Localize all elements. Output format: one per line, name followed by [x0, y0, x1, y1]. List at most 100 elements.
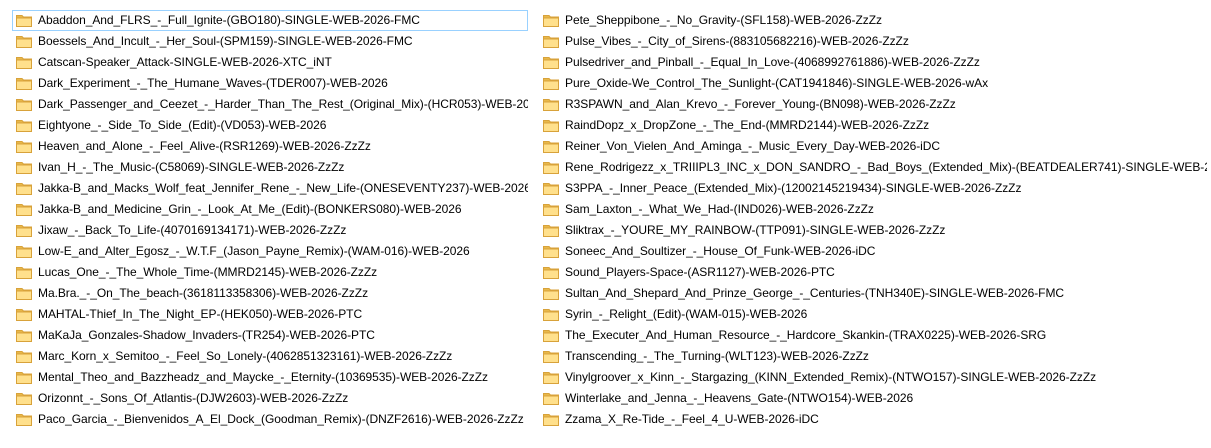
- folder-item[interactable]: Sliktrax_-_YOURE_MY_RAINBOW-(TTP091)-SIN…: [539, 220, 1207, 241]
- folder-item[interactable]: Abaddon_And_FLRS_-_Full_Ignite-(GBO180)-…: [12, 10, 528, 31]
- folder-item[interactable]: Jakka-B_and_Medicine_Grin_-_Look_At_Me_(…: [12, 199, 528, 220]
- folder-item[interactable]: Syrin_-_Relight_(Edit)-(WAM-015)-WEB-202…: [539, 304, 1207, 325]
- folder-name: Mental_Theo_and_Bazzheadz_and_Maycke_-_E…: [38, 370, 488, 384]
- folder-icon: [543, 14, 559, 28]
- folder-icon: [16, 350, 32, 364]
- folder-item[interactable]: Mental_Theo_and_Bazzheadz_and_Maycke_-_E…: [12, 367, 528, 388]
- folder-item[interactable]: Ma.Bra._-_On_The_beach-(3618113358306)-W…: [12, 283, 528, 304]
- folder-icon: [16, 371, 32, 385]
- folder-item[interactable]: Winterlake_and_Jenna_-_Heavens_Gate-(NTW…: [539, 388, 1207, 409]
- folder-icon: [543, 392, 559, 406]
- folder-item[interactable]: Soneec_And_Soultizer_-_House_Of_Funk-WEB…: [539, 241, 1207, 262]
- folder-icon: [16, 119, 32, 133]
- folder-name: Reiner_Von_Vielen_And_Aminga_-_Music_Eve…: [565, 139, 941, 153]
- folder-list-view: Abaddon_And_FLRS_-_Full_Ignite-(GBO180)-…: [0, 0, 1211, 448]
- folder-name: Syrin_-_Relight_(Edit)-(WAM-015)-WEB-202…: [565, 307, 808, 321]
- folder-column-2: Pete_Sheppibone_-_No_Gravity-(SFL158)-WE…: [539, 10, 1207, 430]
- folder-item[interactable]: RaindDopz_x_DropZone_-_The_End-(MMRD2144…: [539, 115, 1207, 136]
- folder-icon: [16, 140, 32, 154]
- folder-item[interactable]: Orizonnt_-_Sons_Of_Atlantis-(DJW2603)-WE…: [12, 388, 528, 409]
- folder-icon: [16, 14, 32, 28]
- folder-name: Sound_Players-Space-(ASR1127)-WEB-2026-P…: [565, 265, 835, 279]
- folder-icon: [16, 203, 32, 217]
- folder-icon: [16, 77, 32, 91]
- folder-icon: [543, 119, 559, 133]
- folder-name: RaindDopz_x_DropZone_-_The_End-(MMRD2144…: [565, 118, 930, 132]
- folder-name: Jixaw_-_Back_To_Life-(4070169134171)-WEB…: [38, 223, 347, 237]
- folder-icon: [16, 224, 32, 238]
- folder-icon: [543, 371, 559, 385]
- folder-item[interactable]: Sam_Laxton_-_What_We_Had-(IND026)-WEB-20…: [539, 199, 1207, 220]
- folder-item[interactable]: Heaven_and_Alone_-_Feel_Alive-(RSR1269)-…: [12, 136, 528, 157]
- folder-name: Sultan_And_Shepard_And_Prinze_George_-_C…: [565, 286, 1065, 300]
- folder-item[interactable]: S3PPA_-_Inner_Peace_(Extended_Mix)-(1200…: [539, 178, 1207, 199]
- folder-name: Pure_Oxide-We_Control_The_Sunlight-(CAT1…: [565, 76, 989, 90]
- folder-item[interactable]: Low-E_and_Alter_Egosz_-_W.T.F_(Jason_Pay…: [12, 241, 528, 262]
- folder-name: R3SPAWN_and_Alan_Krevo_-_Forever_Young-(…: [565, 97, 956, 111]
- folder-icon: [16, 287, 32, 301]
- folder-name: Low-E_and_Alter_Egosz_-_W.T.F_(Jason_Pay…: [38, 244, 470, 258]
- folder-name: Marc_Korn_x_Semitoo_-_Feel_So_Lonely-(40…: [38, 349, 453, 363]
- folder-name: Pete_Sheppibone_-_No_Gravity-(SFL158)-WE…: [565, 13, 882, 27]
- folder-item[interactable]: Paco_Garcia_-_Bienvenidos_A_El_Dock_(Goo…: [12, 409, 528, 430]
- folder-item[interactable]: R3SPAWN_and_Alan_Krevo_-_Forever_Young-(…: [539, 94, 1207, 115]
- folder-item[interactable]: Zzama_X_Re-Tide_-_Feel_4_U-WEB-2026-iDC: [539, 409, 1207, 430]
- folder-item[interactable]: The_Executer_And_Human_Resource_-_Hardco…: [539, 325, 1207, 346]
- folder-name: Sliktrax_-_YOURE_MY_RAINBOW-(TTP091)-SIN…: [565, 223, 946, 237]
- folder-name: Boessels_And_Incult_-_Her_Soul-(SPM159)-…: [38, 34, 413, 48]
- folder-item[interactable]: Jakka-B_and_Macks_Wolf_feat_Jennifer_Ren…: [12, 178, 528, 199]
- folder-name: Ivan_H_-_The_Music-(C58069)-SINGLE-WEB-2…: [38, 160, 345, 174]
- folder-item[interactable]: Sultan_And_Shepard_And_Prinze_George_-_C…: [539, 283, 1207, 304]
- folder-icon: [543, 98, 559, 112]
- folder-item[interactable]: Pure_Oxide-We_Control_The_Sunlight-(CAT1…: [539, 73, 1207, 94]
- folder-icon: [16, 308, 32, 322]
- folder-name: MAHTAL-Thief_In_The_Night_EP-(HEK050)-WE…: [38, 307, 363, 321]
- folder-item[interactable]: Rene_Rodrigezz_x_TRIIIPL3_INC_x_DON_SAND…: [539, 157, 1207, 178]
- folder-icon: [543, 287, 559, 301]
- folder-icon: [16, 182, 32, 196]
- folder-name: The_Executer_And_Human_Resource_-_Hardco…: [565, 328, 1047, 342]
- folder-name: Dark_Experiment_-_The_Humane_Waves-(TDER…: [38, 76, 388, 90]
- folder-item[interactable]: Pete_Sheppibone_-_No_Gravity-(SFL158)-WE…: [539, 10, 1207, 31]
- folder-item[interactable]: Pulse_Vibes_-_City_of_Sirens-(8831056822…: [539, 31, 1207, 52]
- folder-icon: [16, 98, 32, 112]
- folder-item[interactable]: MAHTAL-Thief_In_The_Night_EP-(HEK050)-WE…: [12, 304, 528, 325]
- folder-column-1: Abaddon_And_FLRS_-_Full_Ignite-(GBO180)-…: [12, 10, 528, 430]
- folder-name: Soneec_And_Soultizer_-_House_Of_Funk-WEB…: [565, 244, 876, 258]
- folder-name: Pulsedriver_and_Pinball_-_Equal_In_Love-…: [565, 55, 980, 69]
- folder-item[interactable]: Vinylgroover_x_Kinn_-_Stargazing_(KINN_E…: [539, 367, 1207, 388]
- folder-icon: [543, 308, 559, 322]
- folder-name: Sam_Laxton_-_What_We_Had-(IND026)-WEB-20…: [565, 202, 874, 216]
- folder-name: Dark_Passenger_and_Ceezet_-_Harder_Than_…: [38, 97, 528, 111]
- folder-name: Transcending_-_The_Turning-(WLT123)-WEB-…: [565, 349, 869, 363]
- folder-item[interactable]: Marc_Korn_x_Semitoo_-_Feel_So_Lonely-(40…: [12, 346, 528, 367]
- folder-item[interactable]: Sound_Players-Space-(ASR1127)-WEB-2026-P…: [539, 262, 1207, 283]
- folder-item[interactable]: Catscan-Speaker_Attack-SINGLE-WEB-2026-X…: [12, 52, 528, 73]
- folder-item[interactable]: Boessels_And_Incult_-_Her_Soul-(SPM159)-…: [12, 31, 528, 52]
- folder-name: Pulse_Vibes_-_City_of_Sirens-(8831056822…: [565, 34, 909, 48]
- folder-item[interactable]: Transcending_-_The_Turning-(WLT123)-WEB-…: [539, 346, 1207, 367]
- folder-name: Orizonnt_-_Sons_Of_Atlantis-(DJW2603)-WE…: [38, 391, 349, 405]
- folder-icon: [543, 56, 559, 70]
- folder-item[interactable]: Pulsedriver_and_Pinball_-_Equal_In_Love-…: [539, 52, 1207, 73]
- folder-icon: [16, 161, 32, 175]
- folder-icon: [16, 35, 32, 49]
- folder-icon: [543, 161, 559, 175]
- folder-item[interactable]: Jixaw_-_Back_To_Life-(4070169134171)-WEB…: [12, 220, 528, 241]
- folder-icon: [543, 266, 559, 280]
- folder-name: Ma.Bra._-_On_The_beach-(3618113358306)-W…: [38, 286, 369, 300]
- folder-icon: [543, 413, 559, 427]
- folder-item[interactable]: Reiner_Von_Vielen_And_Aminga_-_Music_Eve…: [539, 136, 1207, 157]
- folder-name: Rene_Rodrigezz_x_TRIIIPL3_INC_x_DON_SAND…: [565, 160, 1207, 174]
- folder-item[interactable]: Ivan_H_-_The_Music-(C58069)-SINGLE-WEB-2…: [12, 157, 528, 178]
- folder-icon: [543, 140, 559, 154]
- folder-item[interactable]: Eightyone_-_Side_To_Side_(Edit)-(VD053)-…: [12, 115, 528, 136]
- folder-item[interactable]: MaKaJa_Gonzales-Shadow_Invaders-(TR254)-…: [12, 325, 528, 346]
- folder-icon: [543, 224, 559, 238]
- folder-name: Jakka-B_and_Macks_Wolf_feat_Jennifer_Ren…: [38, 181, 528, 195]
- folder-item[interactable]: Dark_Passenger_and_Ceezet_-_Harder_Than_…: [12, 94, 528, 115]
- folder-item[interactable]: Lucas_One_-_The_Whole_Time-(MMRD2145)-WE…: [12, 262, 528, 283]
- folder-icon: [543, 245, 559, 259]
- folder-item[interactable]: Dark_Experiment_-_The_Humane_Waves-(TDER…: [12, 73, 528, 94]
- folder-name: Lucas_One_-_The_Whole_Time-(MMRD2145)-WE…: [38, 265, 378, 279]
